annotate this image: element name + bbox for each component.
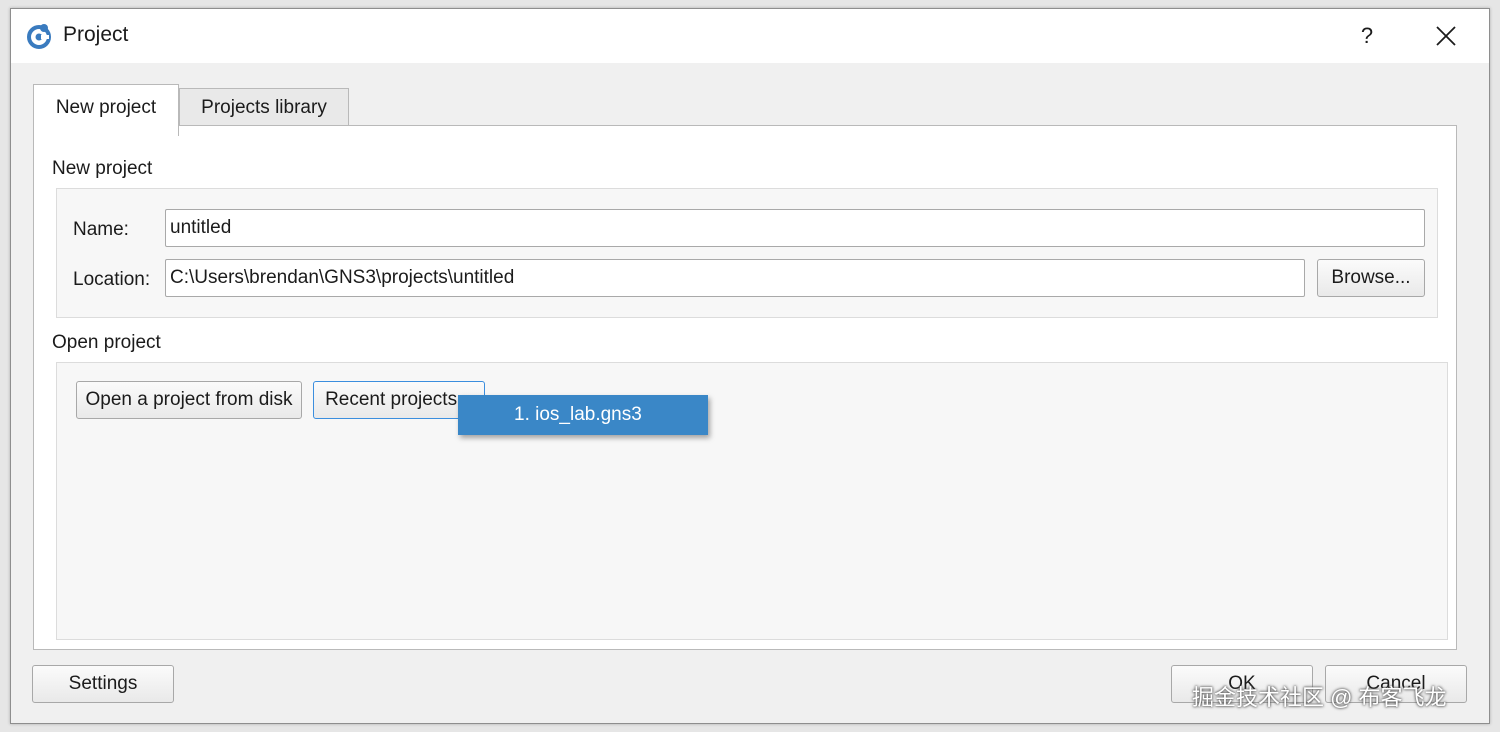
project-dialog: Project ? New project Projects library N… [10,8,1490,724]
location-input[interactable]: C:\Users\brendan\GNS3\projects\untitled [165,259,1305,297]
recent-projects-menu-item[interactable]: 1. ios_lab.gns3 [458,395,708,435]
open-project-group: Open a project from disk Recent projects… [56,362,1448,640]
window-title: Project [63,23,129,46]
watermark-text: 掘金技术社区 @ 布客飞龙 [1192,685,1447,710]
new-project-section-title: New project [52,158,153,179]
new-project-group: Name: untitled Location: C:\Users\brenda… [56,188,1438,318]
close-button[interactable] [1423,17,1469,55]
tab-pane-new-project: New project Name: untitled Location: C:\… [33,125,1457,650]
name-label: Name: [73,219,129,240]
help-button[interactable]: ? [1347,17,1387,55]
name-input[interactable]: untitled [165,209,1425,247]
open-project-from-disk-button[interactable]: Open a project from disk [76,381,302,419]
settings-button[interactable]: Settings [32,665,174,703]
location-label: Location: [73,269,151,290]
tab-new-project[interactable]: New project [33,84,179,136]
open-project-section-title: Open project [52,332,161,353]
gns3-logo-icon [27,24,51,49]
close-icon [1436,26,1456,46]
title-bar: Project ? [11,9,1489,63]
browse-button[interactable]: Browse... [1317,259,1425,297]
tab-projects-library[interactable]: Projects library [179,88,349,126]
